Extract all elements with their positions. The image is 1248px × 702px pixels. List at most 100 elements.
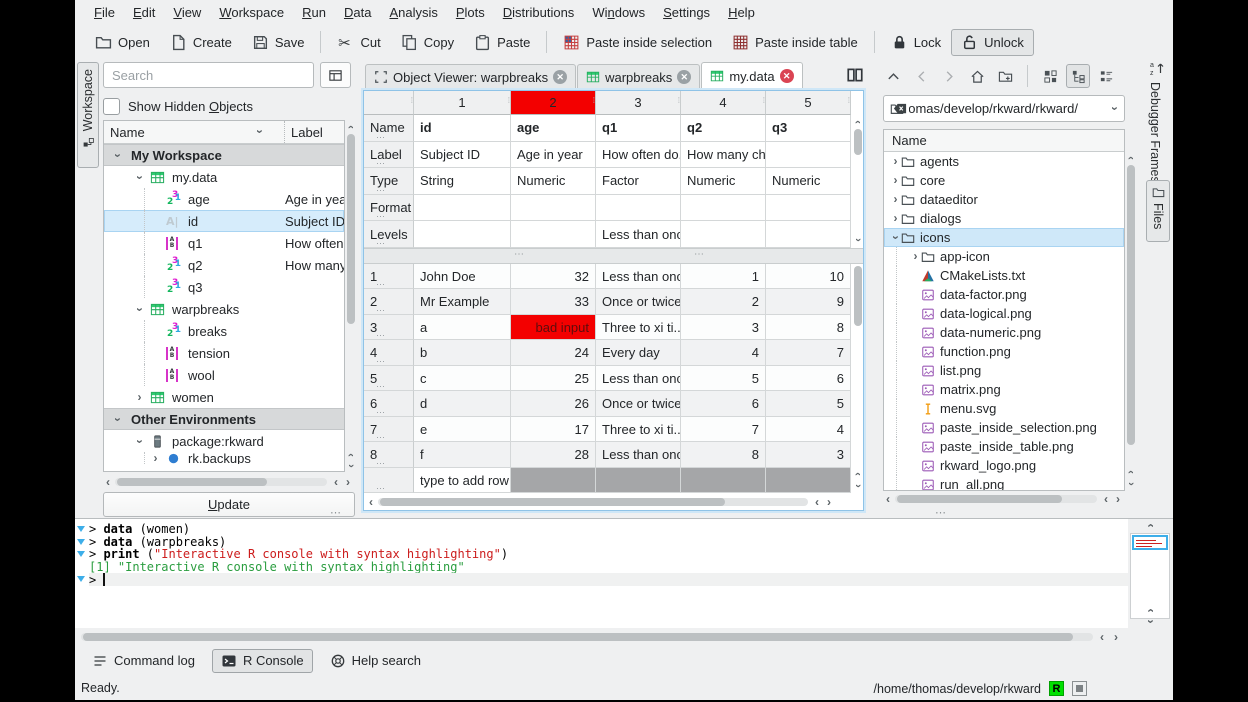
tree-item-q2[interactable]: 231q2How many ch...: [104, 254, 344, 276]
menu-settings[interactable]: Settings: [654, 0, 719, 26]
data-cell[interactable]: 24: [511, 340, 596, 366]
editor-hscrollbar[interactable]: ‹‹›: [364, 496, 863, 508]
menu-plots[interactable]: Plots: [447, 0, 494, 26]
row-header-2[interactable]: 2: [364, 289, 414, 315]
meta-row-label-format[interactable]: Format: [364, 195, 414, 222]
menu-run[interactable]: Run: [293, 0, 335, 26]
column-header-name[interactable]: Name: [104, 125, 145, 140]
scroll-up-icon[interactable]: ›: [346, 122, 356, 132]
workspace-hscrollbar[interactable]: ‹ ‹ ›: [103, 476, 355, 488]
tree-group-other-environments[interactable]: ›Other Environments: [104, 408, 344, 430]
scroll-up-icon[interactable]: ›: [1145, 605, 1156, 616]
meta-cell[interactable]: Numeric: [511, 168, 596, 195]
data-cell[interactable]: 5: [681, 366, 766, 392]
data-cell[interactable]: Less than onc...: [596, 264, 681, 290]
tool-tab-r-console[interactable]: R Console: [212, 649, 313, 673]
column-header-1[interactable]: 1: [414, 91, 511, 115]
tree-item-package-rkward[interactable]: ›package:rkward: [104, 430, 344, 452]
filebrowser-path-combo[interactable]: /home/thomas/develop/rkward/rkward/ ›: [883, 95, 1125, 122]
search-filter-button[interactable]: [320, 62, 351, 88]
menu-edit[interactable]: Edit: [124, 0, 164, 26]
open-button[interactable]: Open: [85, 29, 160, 56]
file-item-data-factor-png[interactable]: data-factor.png: [884, 285, 1124, 304]
data-cell[interactable]: bad input: [511, 315, 596, 341]
file-item-dataeditor[interactable]: ›dataeditor: [884, 190, 1124, 209]
file-item-data-numeric-png[interactable]: data-numeric.png: [884, 323, 1124, 342]
tool-tab-help-search[interactable]: Help search: [321, 649, 430, 673]
back-button[interactable]: [909, 64, 933, 88]
paste-inside-selection-button[interactable]: Paste inside selection: [553, 29, 722, 56]
scroll-up-icon[interactable]: ›: [1126, 467, 1136, 477]
data-cell[interactable]: 32: [511, 264, 596, 290]
data-cell[interactable]: 33: [511, 289, 596, 315]
file-item-dialogs[interactable]: ›dialogs: [884, 209, 1124, 228]
meta-cell[interactable]: q3: [766, 115, 851, 142]
meta-cell[interactable]: [414, 221, 511, 248]
add-row-input[interactable]: type to add row: [414, 468, 511, 494]
chevron-right-icon[interactable]: ›: [910, 251, 921, 262]
combo-chevron-icon[interactable]: ›: [1109, 103, 1120, 114]
meta-cell[interactable]: How often do...: [596, 142, 681, 169]
chevron-down-icon[interactable]: ›: [134, 172, 145, 183]
scroll-left-icon[interactable]: ‹: [812, 496, 822, 508]
chevron-down-icon[interactable]: ›: [112, 150, 123, 161]
tab-warpbreaks[interactable]: warpbreaks✕: [577, 64, 700, 90]
home-button[interactable]: [965, 64, 989, 88]
editor-meta-vscrollbar[interactable]: ››: [853, 115, 863, 247]
data-cell[interactable]: John Doe: [414, 264, 511, 290]
files-vscrollbar[interactable]: › › ›: [1126, 129, 1136, 491]
scroll-thumb[interactable]: [117, 478, 267, 486]
meta-cell[interactable]: [511, 195, 596, 222]
menu-workspace[interactable]: Workspace: [210, 0, 293, 26]
data-cell[interactable]: 26: [511, 391, 596, 417]
menu-distributions[interactable]: Distributions: [494, 0, 584, 26]
data-cell[interactable]: 4: [681, 340, 766, 366]
workspace-dock-tab[interactable]: Workspace: [77, 62, 99, 168]
data-cell[interactable]: 8: [766, 315, 851, 341]
data-cell[interactable]: 2: [681, 289, 766, 315]
meta-row-label-name[interactable]: Name: [364, 115, 414, 142]
file-item-icons[interactable]: ›icons: [884, 228, 1124, 247]
scroll-left-icon[interactable]: ‹: [331, 476, 341, 488]
chevron-right-icon[interactable]: ›: [890, 156, 901, 167]
row-header-5[interactable]: 5: [364, 366, 414, 392]
data-cell[interactable]: 6: [681, 391, 766, 417]
tree-item-q1[interactable]: ABq1How often do...: [104, 232, 344, 254]
data-cell[interactable]: 10: [766, 264, 851, 290]
scroll-up-icon[interactable]: ›: [346, 450, 356, 460]
menu-view[interactable]: View: [164, 0, 210, 26]
data-cell[interactable]: 1: [681, 264, 766, 290]
tree-item-women[interactable]: ›women: [104, 386, 344, 408]
tree-item-age[interactable]: 231ageAge in year: [104, 188, 344, 210]
document-thumbnail[interactable]: [1132, 535, 1168, 550]
meta-cell[interactable]: [414, 195, 511, 222]
file-item-list-png[interactable]: list.png: [884, 361, 1124, 380]
unlock-button[interactable]: Unlock: [951, 29, 1034, 56]
data-cell[interactable]: 4: [766, 417, 851, 443]
meta-cell[interactable]: Age in year: [511, 142, 596, 169]
meta-cell[interactable]: How many ch...: [681, 142, 766, 169]
debugger-frames-dock-tab[interactable]: Debugger Frames: [1148, 82, 1162, 183]
file-item-paste-inside-selection-png[interactable]: paste_inside_selection.png: [884, 418, 1124, 437]
meta-cell[interactable]: [681, 195, 766, 222]
tree-item-breaks[interactable]: 231breaks: [104, 320, 344, 342]
column-header-3[interactable]: 3: [596, 91, 681, 115]
meta-cell[interactable]: Factor: [596, 168, 681, 195]
scroll-thumb[interactable]: [897, 495, 1062, 503]
scroll-up-icon[interactable]: ›: [853, 117, 863, 127]
data-cell[interactable]: 7: [681, 417, 766, 443]
cut-button[interactable]: ✂Cut: [327, 29, 390, 56]
view-grid-button[interactable]: [1038, 64, 1062, 88]
lock-button[interactable]: Lock: [881, 29, 951, 56]
file-item-data-logical-png[interactable]: data-logical.png: [884, 304, 1124, 323]
data-cell[interactable]: 5: [766, 391, 851, 417]
tree-item-warpbreaks[interactable]: ›warpbreaks: [104, 298, 344, 320]
tool-tab-command-log[interactable]: Command log: [83, 649, 204, 673]
up-button[interactable]: [881, 64, 905, 88]
scroll-down-icon[interactable]: ›: [346, 461, 356, 471]
meta-cell[interactable]: age: [511, 115, 596, 142]
data-cell[interactable]: e: [414, 417, 511, 443]
show-hidden-checkbox[interactable]: [103, 98, 120, 115]
data-cell[interactable]: 25: [511, 366, 596, 392]
chevron-right-icon[interactable]: ›: [890, 213, 901, 224]
